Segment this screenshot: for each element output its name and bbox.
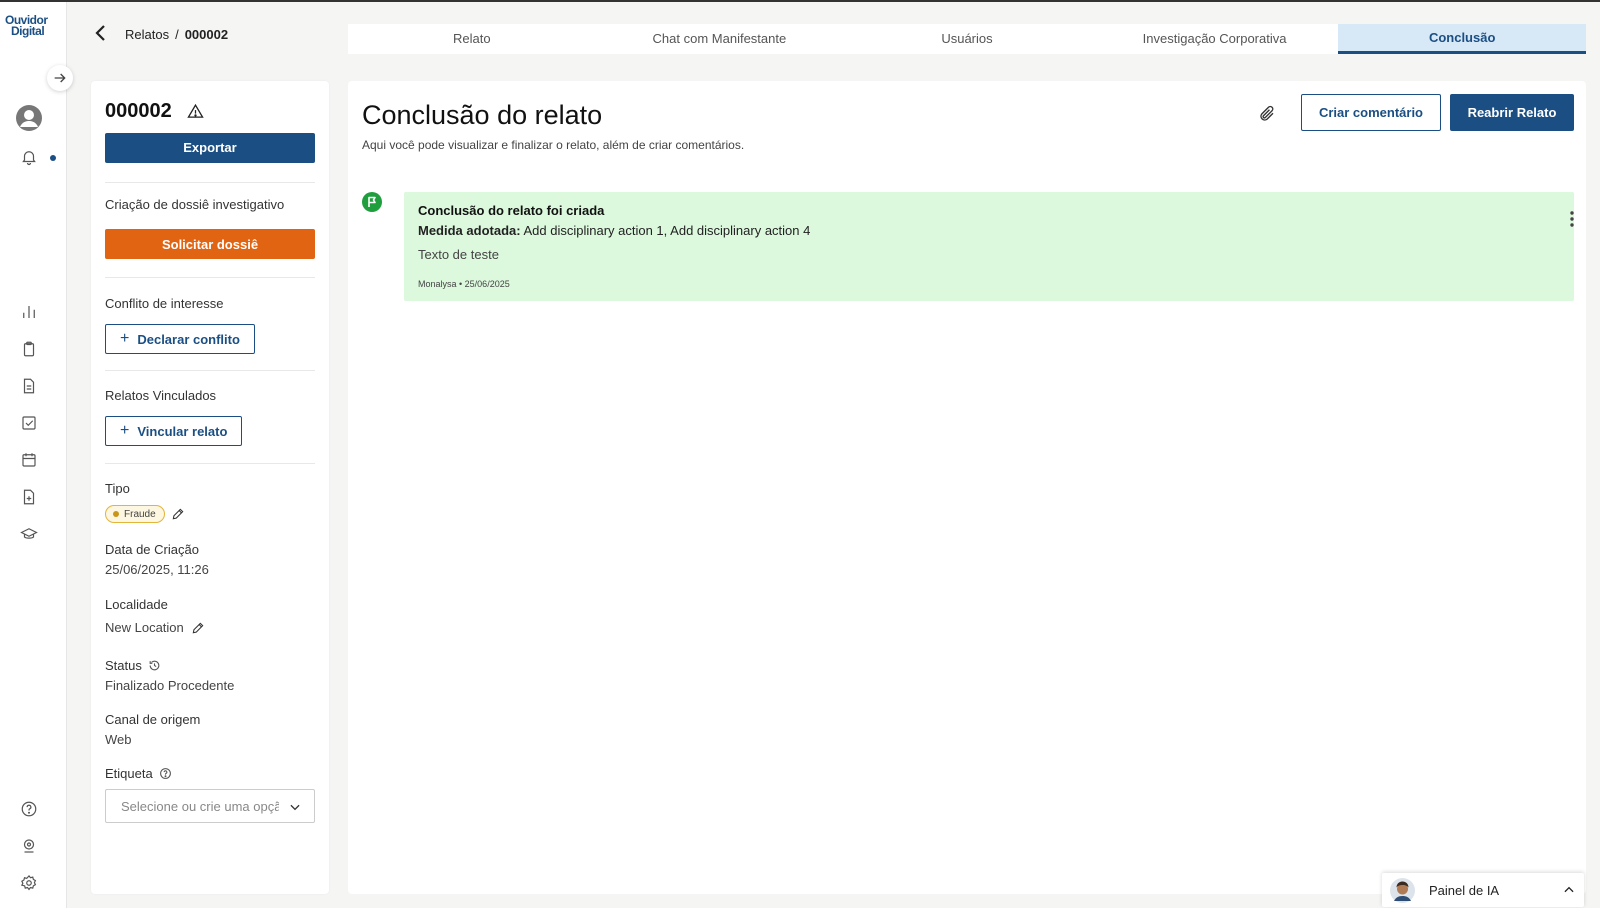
history-icon[interactable] [148,659,161,672]
measure-line: Medida adotada: Add disciplinary action … [418,223,810,238]
clipboard-icon[interactable] [20,340,38,358]
breadcrumb: Relatos / 000002 [125,27,228,42]
plus-icon: + [120,422,130,439]
tag-select-placeholder: Selecione ou crie uma opção [121,798,279,814]
created-date-label: Data de Criação [105,542,199,557]
breadcrumb-parent-link[interactable]: Relatos [125,27,169,42]
declare-conflict-button[interactable]: + Declarar conflito [105,324,255,354]
ai-assistant-avatar-icon [1390,878,1415,903]
tab-investigacao-corporativa[interactable]: Investigação Corporativa [1091,24,1339,54]
expand-sidebar-arrow-icon[interactable] [47,65,73,91]
status-label: Status [105,658,142,673]
location-value: New Location [105,620,184,635]
origin-channel-label: Canal de origem [105,712,201,727]
file-add-icon[interactable] [20,488,38,506]
created-date-value: 25/06/2025, 11:26 [105,562,209,577]
export-button[interactable]: Exportar [105,133,315,163]
tab-chat-manifestante[interactable]: Chat com Manifestante [596,24,844,54]
logo-line-2: Digital [11,24,45,38]
graduation-cap-icon[interactable] [20,525,38,543]
warning-icon [187,103,204,120]
breadcrumb-current: 000002 [184,27,229,42]
divider [105,370,315,371]
chevron-down-icon [288,800,302,814]
badge-dot [113,511,119,517]
help-icon[interactable] [20,800,38,818]
request-dossier-button[interactable]: Solicitar dossiê [105,229,315,259]
declare-conflict-label: Declarar conflito [137,331,240,347]
tab-relato[interactable]: Relato [348,24,596,54]
conclusion-card: Conclusão do relato foi criada Medida ad… [404,192,1574,301]
left-rail: Ouvidor Digital [0,2,67,908]
report-id: 000002 [105,100,172,122]
paperclip-icon[interactable] [1258,105,1276,123]
location-label: Localidade [105,597,168,612]
conclusion-text: Texto de teste [418,247,499,262]
breadcrumb-separator: / [175,27,179,42]
calendar-icon[interactable] [20,451,38,469]
type-badge: Fraude [105,505,165,523]
back-chevron-icon[interactable] [93,24,109,42]
bar-chart-icon[interactable] [20,303,38,321]
tag-label: Etiqueta [105,766,153,781]
divider [105,182,315,183]
create-comment-button[interactable]: Criar comentário [1301,94,1441,131]
notification-dot [50,155,56,161]
conflict-label: Conflito de interesse [105,296,224,311]
bell-icon[interactable] [20,148,38,166]
chevron-up-icon [1562,883,1576,897]
status-value: Finalizado Procedente [105,678,235,693]
flag-icon [362,192,382,212]
dossier-label: Criação de dossiê investigativo [105,197,285,212]
tab-usuarios[interactable]: Usuários [843,24,1091,54]
measure-label: Medida adotada: [418,223,521,238]
edit-location-pencil-icon[interactable] [191,621,205,635]
divider [105,277,315,278]
page-title: Conclusão do relato [362,100,603,130]
ai-panel-toggle[interactable]: Painel de IA [1382,873,1584,907]
linked-reports-label: Relatos Vinculados [105,388,217,403]
edit-type-pencil-icon[interactable] [171,507,185,521]
page-subtitle: Aqui você pode visualizar e finalizar o … [362,138,745,152]
link-report-button[interactable]: + Vincular relato [105,416,243,446]
link-report-label: Vincular relato [137,423,228,439]
report-details-panel: 000002 Exportar Criação de dossiê invest… [91,81,329,894]
user-avatar-icon[interactable] [15,104,43,132]
document-icon[interactable] [20,377,38,395]
checklist-icon[interactable] [20,414,38,432]
logo[interactable]: Ouvidor Digital [5,14,55,38]
conclusion-meta: Monalysa • 25/06/2025 [418,279,510,289]
conclusion-card-title: Conclusão do relato foi criada [418,203,605,218]
tag-select[interactable]: Selecione ou crie uma opção [105,789,315,823]
more-options-icon[interactable] [1564,209,1580,229]
type-badge-label: Fraude [124,508,156,520]
tab-bar: Relato Chat com Manifestante Usuários In… [348,24,1586,54]
divider [105,463,315,464]
origin-channel-value: Web [105,732,132,747]
help-circle-icon[interactable] [159,767,172,780]
type-label: Tipo [105,481,130,496]
ai-panel-label: Painel de IA [1429,883,1500,898]
reopen-report-button[interactable]: Reabrir Relato [1450,94,1574,131]
plus-icon: + [120,330,130,347]
conclusion-panel: Conclusão do relato Aqui você pode visua… [348,81,1586,894]
location-pin-icon[interactable] [20,837,38,855]
tab-conclusao[interactable]: Conclusão [1338,24,1586,54]
gear-icon[interactable] [20,874,38,892]
measure-value: Add disciplinary action 1, Add disciplin… [520,223,811,238]
